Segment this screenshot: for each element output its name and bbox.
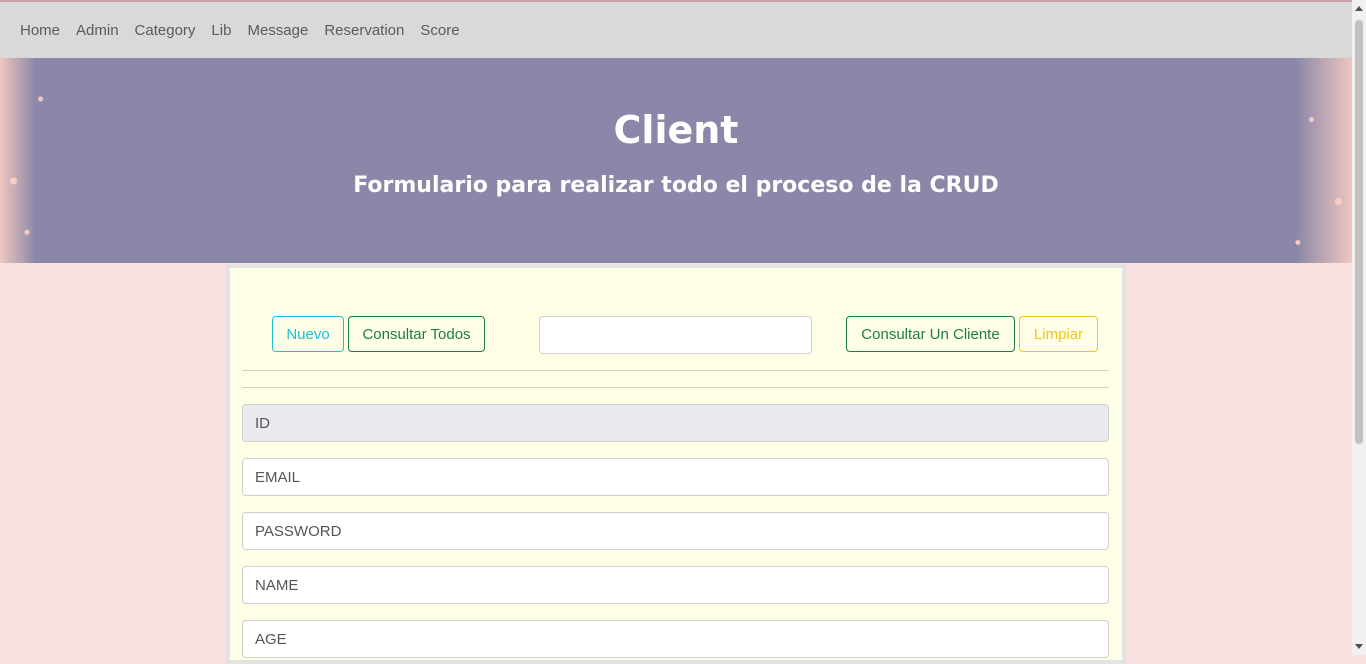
consultar-todos-button[interactable]: Consultar Todos bbox=[348, 316, 485, 352]
name-field[interactable]: NAME bbox=[242, 566, 1109, 604]
scroll-up-arrow-icon[interactable] bbox=[1355, 6, 1363, 11]
nav-item-message[interactable]: Message bbox=[239, 22, 316, 39]
hero-banner: Client Formulario para realizar todo el … bbox=[0, 58, 1352, 263]
divider bbox=[242, 370, 1109, 371]
password-field[interactable]: PASSWORD bbox=[242, 512, 1109, 550]
page-title: Client bbox=[613, 108, 739, 152]
consultar-un-cliente-button[interactable]: Consultar Un Cliente bbox=[846, 316, 1015, 352]
page-subtitle: Formulario para realizar todo el proceso… bbox=[353, 173, 999, 198]
scroll-thumb[interactable] bbox=[1355, 20, 1363, 444]
hero-texture bbox=[0, 58, 1352, 263]
page-scrollbar[interactable] bbox=[1352, 0, 1366, 655]
crud-panel: Nuevo Consultar Todos Consultar Un Clien… bbox=[226, 264, 1126, 664]
search-input[interactable] bbox=[539, 316, 812, 354]
nav-item-lib[interactable]: Lib bbox=[203, 22, 239, 39]
nav-item-reservation[interactable]: Reservation bbox=[316, 22, 412, 39]
nuevo-button[interactable]: Nuevo bbox=[272, 316, 344, 352]
nav-item-score[interactable]: Score bbox=[412, 22, 467, 39]
hero-edge-right bbox=[1296, 58, 1352, 263]
navbar: Home Admin Category Lib Message Reservat… bbox=[0, 2, 1352, 58]
nav-item-category[interactable]: Category bbox=[127, 22, 204, 39]
divider bbox=[242, 387, 1109, 388]
nav-item-home[interactable]: Home bbox=[12, 22, 68, 39]
id-field: ID bbox=[242, 404, 1109, 442]
scroll-down-arrow-icon[interactable] bbox=[1355, 644, 1363, 649]
nav-item-admin[interactable]: Admin bbox=[68, 22, 127, 39]
hero-edge-left bbox=[0, 58, 36, 263]
limpiar-button[interactable]: Limpiar bbox=[1019, 316, 1098, 352]
email-field[interactable]: EMAIL bbox=[242, 458, 1109, 496]
age-field[interactable]: AGE bbox=[242, 620, 1109, 658]
